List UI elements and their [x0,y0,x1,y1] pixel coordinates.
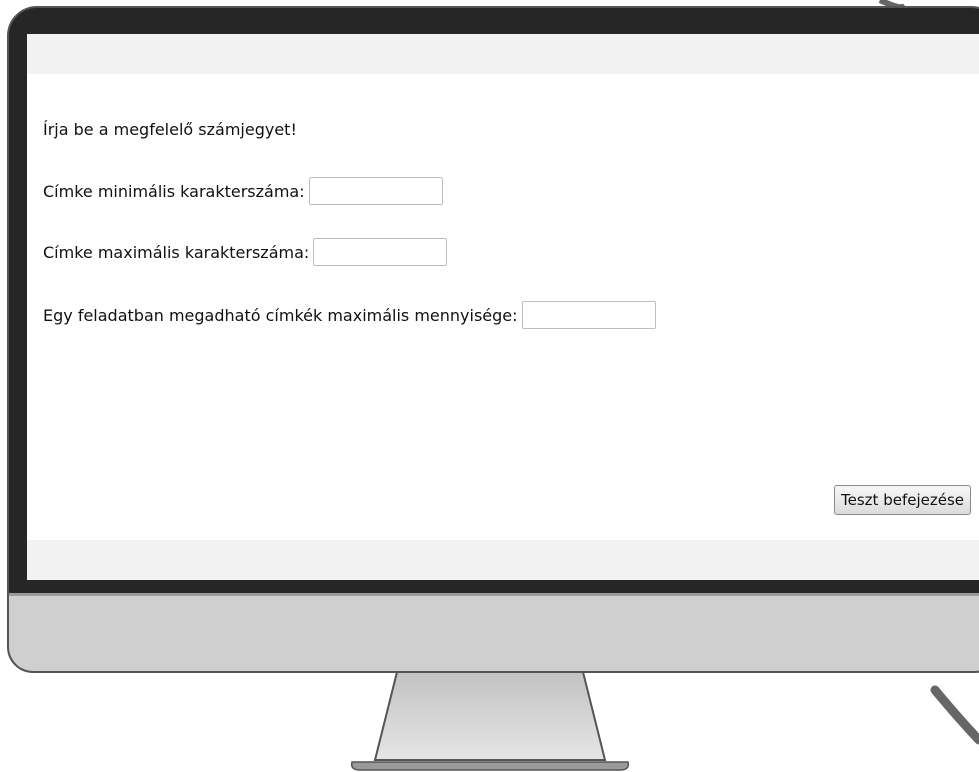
min-length-input[interactable] [308,177,443,205]
monitor-scene: Írja be a megfelelő számjegyet! Címke mi… [0,0,979,772]
max-length-input[interactable] [313,238,448,266]
max-tags-input[interactable] [521,301,656,329]
finish-test-button[interactable]: Teszt befejezése [834,485,971,515]
max-tags-row: Egy feladatban megadható címkék maximáli… [43,301,656,329]
max-length-label: Címke maximális karakterszáma: [43,242,310,262]
screen-footer-band [27,540,979,580]
min-length-label: Címke minimális karakterszáma: [43,181,305,201]
screen: Írja be a megfelelő számjegyet! Címke mi… [27,34,979,580]
monitor-chin [9,593,979,671]
instruction-text: Írja be a megfelelő számjegyet! [43,120,297,139]
max-length-row: Címke maximális karakterszáma: [43,238,448,266]
max-tags-label: Egy feladatban megadható címkék maximáli… [43,305,518,325]
min-length-row: Címke minimális karakterszáma: [43,177,443,205]
screen-header-band [27,34,979,74]
monitor-bezel: Írja be a megfelelő számjegyet! Címke mi… [7,6,979,673]
